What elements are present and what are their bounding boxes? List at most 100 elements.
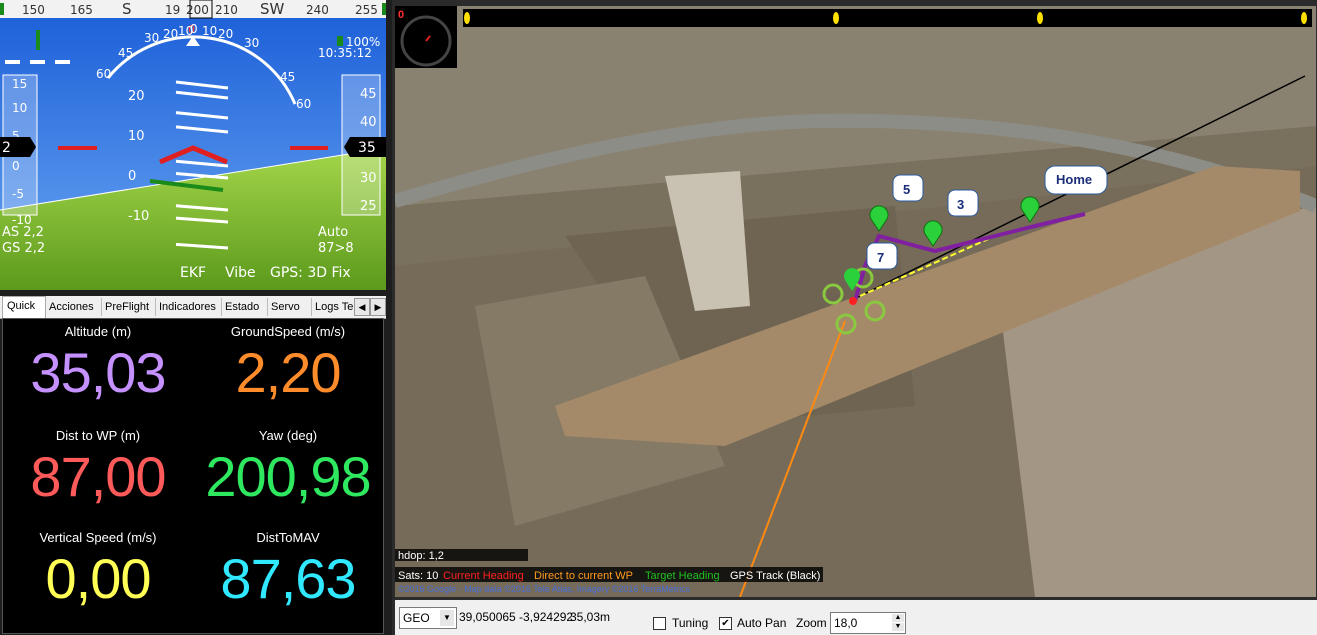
left-panel: 150 165 S 19 200 210 SW 240 255 0 60 45 30 20 10 0 10 2… — [0, 0, 392, 635]
heading-tick-label: SW — [260, 0, 285, 18]
status-bar: GEO ▼ 39,050065 -3,924292 35,03m Tuning … — [395, 600, 1317, 635]
altitude-tick-label: 30 — [360, 171, 377, 186]
legend-gps-track: GPS Track (Black) — [730, 570, 820, 582]
map-view[interactable]: 0 5 3 7 Home hdop: 1,2 Sats: 10 Current … — [395, 6, 1316, 597]
legend-current-heading: Current Heading — [443, 570, 524, 582]
heading-tick-label: S — [122, 0, 132, 18]
quick-label: GroundSpeed (m/s) — [230, 324, 346, 339]
airspeed-text: AS 2,2 — [2, 225, 44, 240]
roll-tick-label: 45 — [118, 46, 133, 60]
tuning-checkbox[interactable] — [653, 617, 666, 630]
zoom-up-icon[interactable]: ▲ — [892, 614, 904, 622]
quick-value: 200,98 — [205, 445, 371, 508]
groundspeed-text: GS 2,2 — [2, 241, 45, 256]
altitude-tick-label: 25 — [360, 199, 377, 214]
zoom-value: 18,0 — [834, 616, 858, 630]
quick-cell-dist-to-mav[interactable]: DistToMAV 87,63 — [193, 529, 383, 611]
heading-tick-label: 210 — [215, 3, 238, 17]
speed-tick-label: 0 — [12, 159, 20, 173]
tab-scroll-left-icon[interactable]: ◀ — [354, 298, 370, 316]
speed-tick-label: -5 — [12, 187, 24, 201]
tab-scroll-right-icon[interactable]: ▶ — [370, 298, 386, 316]
quick-label: DistToMAV — [256, 530, 320, 545]
roll-tick-label: 20 — [163, 27, 178, 41]
tab-preflight[interactable]: PreFlight — [101, 298, 156, 316]
roll-tick-label: 30 — [144, 31, 159, 45]
pitch-label: 20 — [128, 89, 145, 104]
hud-svg: 150 165 S 19 200 210 SW 240 255 0 604530 20 100 10 2… — [0, 0, 386, 290]
tuning-label: Tuning — [672, 616, 709, 630]
tab-estado[interactable]: Estado — [221, 298, 268, 316]
chevron-down-icon[interactable]: ▼ — [440, 610, 454, 626]
heading-tick-label: 200 — [186, 3, 209, 17]
zoom-down-icon[interactable]: ▼ — [892, 623, 904, 631]
quick-cell-altitude[interactable]: Altitude (m) 35,03 — [3, 323, 193, 405]
quick-cell-yaw[interactable]: Yaw (deg) 200,98 — [193, 427, 383, 509]
vibe-status[interactable]: Vibe — [225, 265, 256, 281]
quick-label: Yaw (deg) — [258, 428, 318, 443]
zoom-label: Zoom — [796, 616, 827, 630]
roll-tick-label: 60 — [296, 97, 311, 111]
altitude-tick-label: 45 — [360, 87, 377, 102]
heading-tick-label: 165 — [70, 3, 93, 17]
roll-tick-label: 10 — [202, 24, 217, 38]
altitude-value: 35 — [358, 140, 376, 156]
coord-type-select[interactable]: GEO ▼ — [399, 607, 457, 629]
map-svg[interactable]: 0 5 3 7 Home hdop: 1,2 Sats: 10 Current … — [395, 6, 1316, 597]
heading-tick-label: 255 — [355, 3, 378, 17]
quick-cell-vertical-speed[interactable]: Vertical Speed (m/s) 0,00 — [3, 529, 193, 611]
ekf-status[interactable]: EKF — [180, 265, 206, 281]
auto-pan-checkbox[interactable]: ✔ — [719, 617, 732, 630]
compass-zero: 0 — [398, 9, 404, 21]
speed-tick-label: 15 — [12, 77, 27, 91]
waypoint-label: Home — [1056, 172, 1092, 187]
sats-text: Sats: 10 — [398, 570, 438, 582]
quick-cell-groundspeed[interactable]: GroundSpeed (m/s) 2,20 — [193, 323, 383, 405]
roll-tick-label: 60 — [96, 67, 111, 81]
quick-value: 87,00 — [30, 445, 166, 508]
waypoint-label: 3 — [957, 197, 964, 212]
gps-status: GPS: 3D Fix — [270, 265, 351, 281]
quick-label: Altitude (m) — [64, 324, 132, 339]
roll-tick-label: 30 — [244, 36, 259, 50]
auto-pan-label: Auto Pan — [737, 616, 787, 630]
tab-indicadores[interactable]: Indicadores — [155, 298, 222, 316]
quick-value: 35,03 — [30, 341, 166, 404]
heading-tick-label: 240 — [306, 3, 329, 17]
waypoint-text: 87>8 — [318, 241, 354, 256]
quick-value: 87,63 — [220, 547, 356, 610]
roll-tick-label: 45 — [280, 70, 295, 84]
pitch-label: -10 — [128, 209, 149, 224]
tab-strip: Quick Acciones PreFlight Indicadores Est… — [0, 296, 386, 319]
tab-servo[interactable]: Servo — [267, 298, 312, 316]
hdop-text: hdop: 1,2 — [398, 550, 444, 562]
waypoint-7-marker[interactable]: 7 — [866, 242, 898, 270]
pitch-label: 0 — [128, 169, 136, 184]
heading-tick-label: 150 — [22, 3, 45, 17]
legend-target-heading: Target Heading — [645, 570, 720, 582]
quick-label: Dist to WP (m) — [55, 428, 141, 443]
quick-label: Vertical Speed (m/s) — [39, 530, 157, 545]
coord-type-value: GEO — [403, 611, 430, 625]
coords-text: 39,050065 -3,924292 — [459, 610, 574, 624]
roll-tick-label: 20 — [218, 27, 233, 41]
time-text: 10:35:12 — [318, 46, 372, 60]
heading-tick-label: 19 — [165, 3, 180, 17]
roll-tick-label: 0 — [190, 22, 198, 36]
quick-value: 0,00 — [45, 547, 152, 610]
quick-value: 2,20 — [235, 341, 342, 404]
tab-acciones[interactable]: Acciones — [45, 298, 102, 316]
quick-cell-dist-to-wp[interactable]: Dist to WP (m) 87,00 — [3, 427, 193, 509]
mode-text: Auto — [318, 225, 348, 240]
altitude-text: 35,03m — [570, 610, 611, 624]
zoom-input[interactable]: 18,0 ▲ ▼ — [830, 612, 906, 634]
quick-panel: Altitude (m) 35,03 GroundSpeed (m/s) 2,2… — [2, 318, 384, 634]
speed-value: 2 — [2, 140, 11, 156]
pitch-label: 10 — [128, 129, 145, 144]
hud-display: 150 165 S 19 200 210 SW 240 255 0 60 45 30 20 10 0 10 2… — [0, 0, 386, 290]
map-copyright: ©2016 Google - Map data ©2016 Tele Atlas… — [398, 584, 691, 594]
speed-tick-label: 10 — [12, 101, 27, 115]
tab-quick[interactable]: Quick — [2, 296, 46, 318]
waypoint-label: 7 — [877, 250, 884, 265]
altitude-tick-label: 40 — [360, 115, 377, 130]
